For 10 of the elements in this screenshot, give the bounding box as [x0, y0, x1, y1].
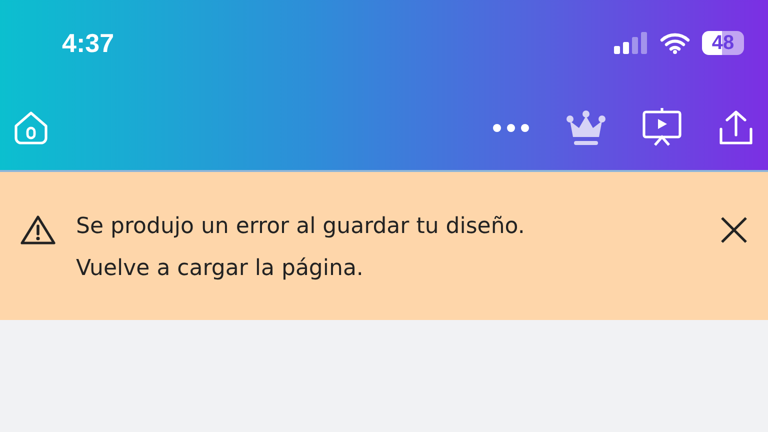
error-message: Se produjo un error al guardar tu diseño.: [76, 213, 526, 241]
crown-icon[interactable]: [566, 109, 606, 147]
share-icon[interactable]: [718, 109, 754, 147]
close-icon[interactable]: [720, 216, 748, 244]
status-time: 4:37: [62, 28, 114, 58]
more-icon[interactable]: [492, 123, 530, 133]
warning-icon: [20, 214, 56, 246]
signal-icon: [614, 32, 648, 54]
wifi-icon: [660, 32, 690, 54]
error-message: Vuelve a cargar la página.: [76, 255, 364, 283]
